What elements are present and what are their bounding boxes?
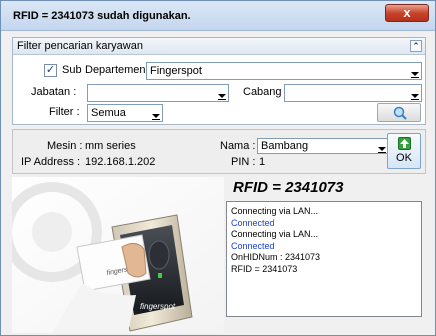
connection-log[interactable]: Connecting via LAN... Connected Connecti…	[226, 201, 422, 317]
sub-label: Sub	[62, 64, 82, 76]
search-button[interactable]	[377, 103, 421, 122]
arrow-up-icon	[398, 137, 411, 150]
chevron-down-icon	[218, 88, 226, 100]
sub-checkbox[interactable]: ✓	[44, 64, 57, 77]
cabang-dropdown[interactable]	[284, 84, 422, 102]
cabang-label: Cabang :	[243, 86, 288, 98]
filter-header: Filter pencarian karyawan ⌃	[13, 38, 425, 55]
chevron-down-icon	[411, 66, 419, 78]
log-line: RFID = 2341073	[231, 263, 298, 274]
pin-value: 1	[259, 156, 266, 168]
dialog-window: RFID = 2341073 sudah digunakan. x Filter…	[0, 0, 436, 336]
window-title: RFID = 2341073 sudah digunakan.	[13, 10, 191, 22]
ip-value: 192.168.1.202	[85, 156, 156, 168]
log-line: Connecting via LAN...	[231, 206, 319, 216]
chevron-down-icon	[411, 88, 419, 100]
ip-label: IP Address :	[21, 156, 81, 168]
device-brand-text: fingerspot	[140, 302, 176, 311]
nama-value: Bambang	[261, 140, 309, 152]
ok-label: OK	[396, 152, 412, 164]
filter-header-label: Filter pencarian karyawan	[17, 40, 143, 52]
jabatan-dropdown[interactable]	[87, 84, 229, 102]
log-line: Connected	[231, 240, 275, 251]
log-line: Connecting via LAN...	[231, 229, 319, 239]
mesin-value: mm series	[85, 140, 136, 152]
filter-dropdown[interactable]: Semua	[87, 104, 163, 122]
collapse-chevron-icon[interactable]: ⌃	[410, 40, 422, 52]
chevron-down-icon	[152, 108, 160, 120]
chevron-down-icon	[378, 141, 386, 153]
log-line: Connected	[231, 217, 275, 228]
filter-value: Semua	[91, 107, 126, 119]
departemen-value: Fingerspot	[150, 65, 202, 77]
title-bar[interactable]: RFID = 2341073 sudah digunakan. x	[1, 1, 435, 31]
close-button[interactable]: x	[385, 4, 429, 22]
departemen-dropdown[interactable]: Fingerspot	[146, 62, 422, 80]
departemen-label: Departemen :	[85, 64, 152, 76]
close-icon: x	[403, 5, 411, 20]
rfid-display: RFID = 2341073	[233, 179, 344, 196]
log-line: OnHIDNum : 2341073	[231, 252, 321, 262]
magnifier-icon	[393, 106, 407, 120]
nama-label: Nama :	[220, 140, 256, 152]
device-photo: fingerspot fingerspot	[2, 177, 224, 333]
pin-label: PIN :	[231, 156, 256, 168]
jabatan-label: Jabatan :	[31, 86, 77, 98]
nama-dropdown[interactable]: Bambang	[257, 138, 389, 154]
mesin-label: Mesin :	[47, 140, 83, 152]
ok-button[interactable]: OK	[387, 133, 421, 169]
filter-label: Filter :	[49, 106, 80, 118]
